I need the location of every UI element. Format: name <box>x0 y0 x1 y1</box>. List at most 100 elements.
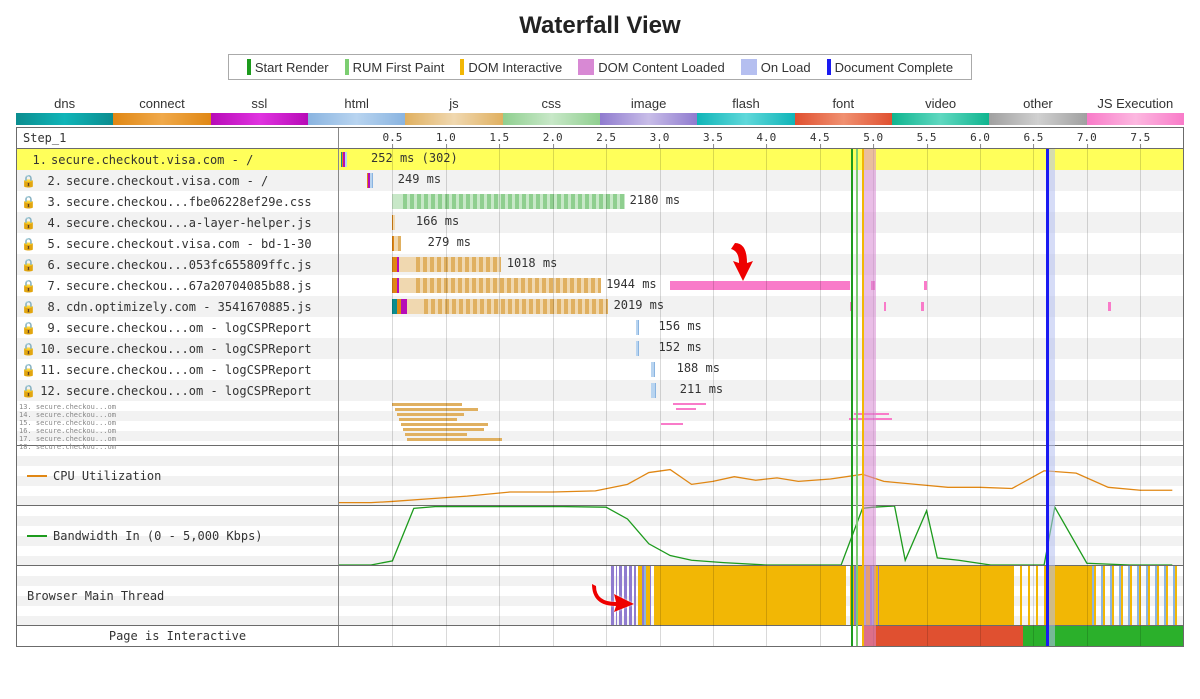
waterfall-row[interactable]: 🔒 7. secure.checkou...67a20704085b88.js 19… <box>17 275 1183 296</box>
timing-segment <box>395 215 396 230</box>
waterfall-row[interactable]: 🔒8. cdn.optimizely.com - 3541670885.js20… <box>17 296 1183 317</box>
mime-item: flash <box>697 96 794 125</box>
cpu-utilization-section: CPU Utilization <box>17 445 1183 505</box>
page-title: Waterfall View <box>16 12 1184 40</box>
timing-segment <box>398 236 400 251</box>
mime-item: html <box>308 96 405 125</box>
waterfall-row[interactable]: 🔒12. secure.checkou...om - logCSPReport2… <box>17 380 1183 401</box>
lock-icon: 🔒 <box>21 279 36 293</box>
waterfall-row[interactable]: 🔒5. secure.checkout.visa.com - bd-1-3027… <box>17 233 1183 254</box>
ruler-tick: 6.5 <box>1023 128 1043 144</box>
ruler-tick: 5.0 <box>863 128 883 144</box>
interactive-segment <box>339 626 862 646</box>
waterfall-row[interactable]: 🔒6. secure.checkou...053fc655809ffc.js10… <box>17 254 1183 275</box>
ruler-tick: 6.0 <box>970 128 990 144</box>
timing-segment <box>424 299 608 314</box>
main-thread-block <box>619 566 636 625</box>
row-number: 9. <box>40 321 62 335</box>
row-url: secure.checkou...om - logCSPReport <box>66 384 312 398</box>
main-thread-block <box>1012 566 1044 625</box>
row-url: secure.checkout.visa.com - bd-1-30 <box>66 237 312 251</box>
duration-label: 2019 ms <box>614 298 665 312</box>
lock-icon: 🔒 <box>21 258 36 272</box>
timing-segment <box>399 278 416 293</box>
legend-label: DOM Content Loaded <box>598 60 724 75</box>
main-thread-block <box>654 566 846 625</box>
lock-icon: 🔒 <box>21 195 36 209</box>
duration-label: 1944 ms <box>606 277 657 291</box>
legend-item: RUM First Paint <box>337 59 453 75</box>
timing-segment <box>654 362 655 377</box>
collapsed-rows[interactable]: 13. secure.checkou...om 14. secure.check… <box>17 401 1183 445</box>
mime-item: connect <box>113 96 210 125</box>
row-number: 10. <box>40 342 62 356</box>
event-legend: Start RenderRUM First PaintDOM Interacti… <box>228 54 972 80</box>
ruler-tick: 4.5 <box>810 128 830 144</box>
row-number: 1. <box>25 153 47 167</box>
waterfall-row[interactable]: 🔒2. secure.checkout.visa.com - /249 ms <box>17 170 1183 191</box>
waterfall-row[interactable]: 🔒9. secure.checkou...om - logCSPReport15… <box>17 317 1183 338</box>
js-execution-bar <box>670 281 849 290</box>
waterfall-row[interactable]: 🔒4. secure.checkou...a-layer-helper.js16… <box>17 212 1183 233</box>
row-number: 11. <box>40 363 62 377</box>
row-url: secure.checkou...a-layer-helper.js <box>66 216 312 230</box>
row-number: 7. <box>40 279 62 293</box>
timing-segment <box>345 152 346 167</box>
duration-label: 166 ms <box>416 214 459 228</box>
lock-icon: 🔒 <box>21 363 36 377</box>
legend-swatch <box>827 59 831 75</box>
interactive-segment <box>1023 626 1183 646</box>
mime-item: ssl <box>211 96 308 125</box>
lock-icon: 🔒 <box>21 216 36 230</box>
waterfall-chart[interactable]: Step_1 0.51.01.52.02.53.03.54.04.55.05.5… <box>16 127 1184 647</box>
mime-item: font <box>795 96 892 125</box>
timing-segment <box>407 299 424 314</box>
main-thread-block <box>611 566 616 625</box>
time-ruler: Step_1 0.51.01.52.02.53.03.54.04.55.05.5… <box>17 128 1183 149</box>
lock-icon: 🔒 <box>21 342 36 356</box>
row-url: secure.checkou...om - logCSPReport <box>66 342 312 356</box>
mime-item: video <box>892 96 989 125</box>
lock-icon: 🔒 <box>21 321 36 335</box>
timing-segment <box>392 194 403 209</box>
lock-icon: 🔒 <box>21 174 36 188</box>
timing-segment <box>372 173 373 188</box>
waterfall-row[interactable]: 1. secure.checkout.visa.com - /252 ms (3… <box>17 149 1183 170</box>
legend-label: Start Render <box>255 60 329 75</box>
page-interactive-section: Page is Interactive <box>17 625 1183 646</box>
waterfall-row[interactable]: 🔒3. secure.checkou...fbe06228ef29e.css21… <box>17 191 1183 212</box>
duration-label: 156 ms <box>658 319 701 333</box>
legend-swatch <box>345 59 349 75</box>
row-number: 12. <box>40 384 62 398</box>
ruler-tick: 5.5 <box>917 128 937 144</box>
legend-item: Document Complete <box>819 59 962 75</box>
legend-swatch <box>741 59 757 75</box>
waterfall-row[interactable]: 🔒10. secure.checkou...om - logCSPReport1… <box>17 338 1183 359</box>
ruler-tick: 7.0 <box>1077 128 1097 144</box>
row-number: 8. <box>40 300 62 314</box>
row-url: secure.checkou...om - logCSPReport <box>66 363 312 377</box>
timing-segment <box>638 320 639 335</box>
legend-swatch <box>247 59 251 75</box>
duration-label: 1018 ms <box>507 256 558 270</box>
lock-icon: 🔒 <box>21 384 36 398</box>
legend-label: On Load <box>761 60 811 75</box>
ruler-tick: 7.5 <box>1130 128 1150 144</box>
row-number: 6. <box>40 258 62 272</box>
ruler-tick: 2.0 <box>543 128 563 144</box>
timing-segment <box>416 257 501 272</box>
timing-segment <box>399 257 416 272</box>
lock-icon: 🔒 <box>21 300 36 314</box>
mime-item: JS Execution <box>1087 96 1184 125</box>
waterfall-row[interactable]: 🔒11. secure.checkou...om - logCSPReport1… <box>17 359 1183 380</box>
ruler-tick: 1.0 <box>436 128 456 144</box>
bandwidth-section: Bandwidth In (0 - 5,000 Kbps) <box>17 505 1183 565</box>
timing-segment <box>403 194 625 209</box>
main-thread-block <box>850 566 879 625</box>
mime-item: image <box>600 96 697 125</box>
row-url: secure.checkout.visa.com - / <box>51 153 253 167</box>
timing-segment <box>655 383 656 398</box>
main-thread-label: Browser Main Thread <box>27 589 164 603</box>
ruler-tick: 4.0 <box>756 128 776 144</box>
row-url: secure.checkou...67a20704085b88.js <box>66 279 312 293</box>
